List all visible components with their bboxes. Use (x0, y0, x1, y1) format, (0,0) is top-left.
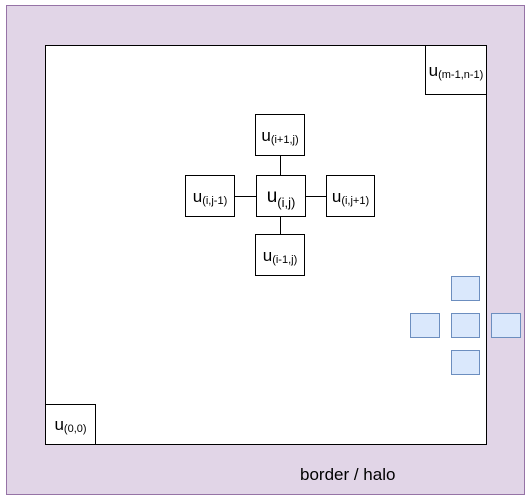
cell-east: u (i,j+1) (326, 175, 375, 217)
connector-south (280, 216, 281, 235)
cell-symbol: u (192, 186, 203, 206)
cell-index: (i,j) (277, 194, 296, 210)
halo-label: border / halo (300, 465, 396, 484)
cell-symbol: u (428, 60, 439, 80)
ghost-cell-west (410, 313, 440, 338)
cell-west: u (i,j-1) (185, 175, 235, 217)
cell-north: u (i+1,j) (255, 114, 305, 156)
cell-symbol: u (54, 415, 64, 434)
cell-top-right-corner: u (m-1,n-1) (425, 45, 487, 95)
cell-index: (i+1,j) (270, 133, 299, 146)
connector-west (235, 196, 257, 197)
cell-index: (m-1,n-1) (438, 68, 484, 81)
cell-index: (i,j-1) (202, 194, 228, 207)
ghost-cell-east (491, 313, 521, 338)
ghost-cell-north (451, 276, 480, 301)
cell-index: (i-1,j) (272, 253, 298, 266)
cell-index: (0,0) (63, 423, 87, 435)
ghost-cell-center (451, 313, 480, 338)
cell-bottom-left-corner: u (0,0) (45, 404, 96, 445)
ghost-cell-south (451, 350, 480, 375)
cell-symbol: u (262, 245, 273, 265)
cell-symbol: u (266, 185, 278, 207)
cell-symbol: u (331, 186, 342, 206)
cell-symbol: u (261, 125, 271, 145)
cell-center: u (i,j) (256, 175, 306, 217)
cell-south: u (i-1,j) (255, 234, 305, 276)
connector-north (280, 156, 281, 175)
connector-east (305, 196, 327, 197)
cell-index: (i,j+1) (341, 194, 370, 207)
